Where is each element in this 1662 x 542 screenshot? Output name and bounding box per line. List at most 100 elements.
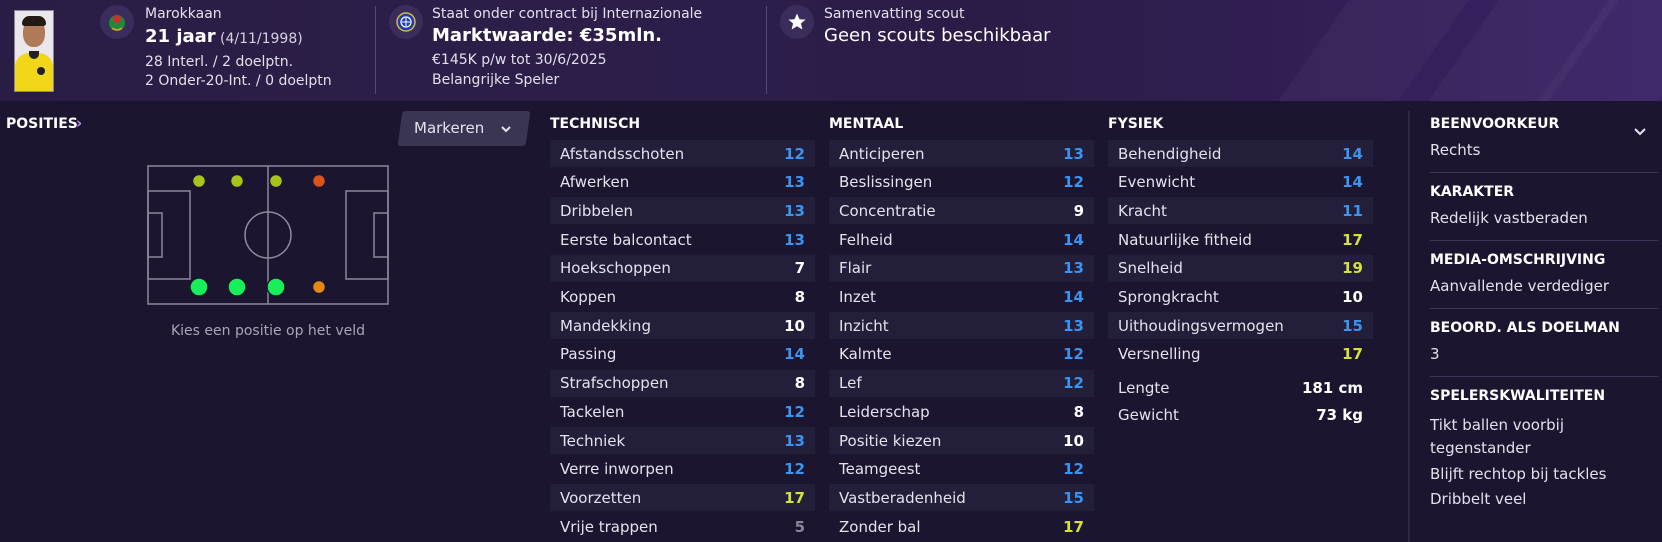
attribute-row[interactable]: Evenwicht 14	[1108, 169, 1373, 196]
attribute-value: 11	[1342, 201, 1363, 220]
chevron-down-icon[interactable]	[1633, 124, 1647, 138]
attribute-row[interactable]: Techniek 13	[550, 427, 815, 454]
player-photo	[14, 10, 54, 92]
attribute-row[interactable]: Positie kiezen 10	[829, 427, 1094, 454]
attribute-value: 12	[784, 144, 805, 163]
media-description-title: MEDIA-OMSCHRIJVING	[1430, 252, 1606, 268]
attribute-row[interactable]: Sprongkracht 10	[1108, 284, 1373, 311]
attribute-value: 7	[794, 259, 805, 278]
player-trait: Blijft rechtop bij tackles	[1430, 465, 1607, 483]
divider	[766, 6, 767, 94]
positions-title[interactable]: POSITIES	[6, 116, 78, 132]
attribute-name: Strafschoppen	[560, 374, 669, 393]
u20-line: 2 Onder-20-Int. / 0 doelptn	[145, 73, 332, 89]
attribute-row[interactable]: Voorzetten 17	[550, 484, 815, 512]
attribute-row[interactable]: Hoekschoppen 7	[550, 254, 815, 282]
character-title: KARAKTER	[1430, 184, 1515, 200]
attribute-value: 9	[1073, 201, 1084, 220]
attribute-row[interactable]: Behendigheid 14	[1108, 140, 1373, 167]
attribute-row[interactable]: Natuurlijke fitheid 17	[1108, 226, 1373, 253]
attribute-value: 13	[1063, 316, 1084, 335]
attribute-row[interactable]: Uithoudingsvermogen 15	[1108, 312, 1373, 340]
position-dot[interactable]	[311, 173, 327, 189]
attribute-row[interactable]: Lef 12	[829, 369, 1094, 397]
measurement-row: Lengte 181 cm	[1108, 374, 1373, 401]
attribute-value: 17	[1342, 230, 1363, 249]
attribute-row[interactable]: Versnelling 17	[1108, 341, 1373, 368]
attribute-name: Kracht	[1118, 201, 1167, 220]
attribute-name: Kalmte	[839, 345, 892, 364]
attribute-row[interactable]: Zonder bal 17	[829, 513, 1094, 540]
preferred-foot-title: BEENVOORKEUR	[1430, 116, 1560, 132]
attribute-name: Sprongkracht	[1118, 288, 1219, 306]
position-dot[interactable]	[229, 173, 245, 189]
pitch[interactable]	[147, 165, 389, 305]
attribute-value: 13	[784, 230, 805, 249]
attribute-row[interactable]: Kracht 11	[1108, 197, 1373, 225]
attribute-name: Beslissingen	[839, 173, 933, 192]
column-title: MENTAAL	[829, 116, 904, 132]
attribute-row[interactable]: Concentratie 9	[829, 197, 1094, 225]
attribute-value: 13	[784, 201, 805, 220]
attribute-value: 15	[1063, 488, 1084, 507]
attribute-row[interactable]: Anticiperen 13	[829, 140, 1094, 167]
attribute-name: Hoekschoppen	[560, 259, 671, 278]
measurement-row: Gewicht 73 kg	[1108, 401, 1373, 428]
attribute-name: Evenwicht	[1118, 173, 1196, 192]
position-dot[interactable]	[268, 173, 284, 189]
attribute-row[interactable]: Inzet 14	[829, 284, 1094, 311]
attribute-row[interactable]: Snelheid 19	[1108, 254, 1373, 282]
divider	[375, 6, 376, 94]
attribute-row[interactable]: Leiderschap 8	[829, 398, 1094, 425]
media-description-value: Aanvallende verdediger	[1430, 277, 1609, 295]
attribute-value: 12	[1063, 345, 1084, 364]
player-traits-title: SPELERSKWALITEITEN	[1430, 388, 1606, 404]
attribute-name: Tackelen	[560, 402, 625, 421]
contract-line: Staat onder contract bij Internazionale	[432, 6, 703, 22]
position-dot[interactable]	[227, 277, 247, 297]
chevron-right-icon[interactable]: ›	[76, 114, 82, 132]
chevron-down-icon[interactable]	[500, 123, 512, 135]
position-dot[interactable]	[189, 277, 209, 297]
attribute-row[interactable]: Passing 14	[550, 341, 815, 368]
attribute-name: Mandekking	[560, 316, 651, 335]
attribute-row[interactable]: Strafschoppen 8	[550, 369, 815, 397]
attribute-name: Felheid	[839, 230, 893, 249]
scout-title: Samenvatting scout	[824, 6, 965, 22]
attribute-value: 13	[1063, 144, 1084, 163]
attribute-row[interactable]: Tackelen 12	[550, 398, 815, 425]
position-dot[interactable]	[266, 277, 286, 297]
attribute-row[interactable]: Eerste balcontact 13	[550, 226, 815, 253]
attribute-row[interactable]: Vrije trappen 5	[550, 513, 815, 540]
attribute-value: 19	[1342, 259, 1363, 278]
attribute-row[interactable]: Vastberadenheid 15	[829, 484, 1094, 512]
mark-button-label[interactable]: Markeren	[414, 119, 484, 137]
attribute-row[interactable]: Felheid 14	[829, 226, 1094, 253]
position-dot[interactable]	[191, 173, 207, 189]
attribute-name: Vastberadenheid	[839, 488, 966, 507]
star-icon	[780, 5, 814, 39]
attribute-name: Snelheid	[1118, 259, 1183, 278]
goalkeeper-rating-title: BEOORD. ALS DOELMAN	[1430, 320, 1620, 336]
attribute-row[interactable]: Kalmte 12	[829, 341, 1094, 368]
attribute-row[interactable]: Afstandsschoten 12	[550, 140, 815, 167]
attribute-name: Inzet	[839, 288, 876, 306]
attribute-row[interactable]: Verre inworpen 12	[550, 456, 815, 483]
attribute-row[interactable]: Dribbelen 13	[550, 197, 815, 225]
attribute-name: Lef	[839, 374, 862, 393]
attribute-row[interactable]: Flair 13	[829, 254, 1094, 282]
measurement-value: 73 kg	[1316, 405, 1363, 424]
attribute-row[interactable]: Beslissingen 12	[829, 169, 1094, 196]
attribute-name: Anticiperen	[839, 144, 925, 163]
character-value: Redelijk vastberaden	[1430, 209, 1588, 227]
position-dot[interactable]	[311, 279, 327, 295]
attribute-row[interactable]: Teamgeest 12	[829, 456, 1094, 483]
attribute-row[interactable]: Mandekking 10	[550, 312, 815, 340]
section-divider	[1430, 240, 1658, 241]
inter-club-icon[interactable]	[389, 5, 423, 39]
pitch-drawing[interactable]	[147, 165, 389, 305]
attribute-row[interactable]: Koppen 8	[550, 284, 815, 311]
attribute-value: 14	[1063, 230, 1084, 249]
attribute-row[interactable]: Afwerken 13	[550, 169, 815, 196]
attribute-row[interactable]: Inzicht 13	[829, 312, 1094, 340]
